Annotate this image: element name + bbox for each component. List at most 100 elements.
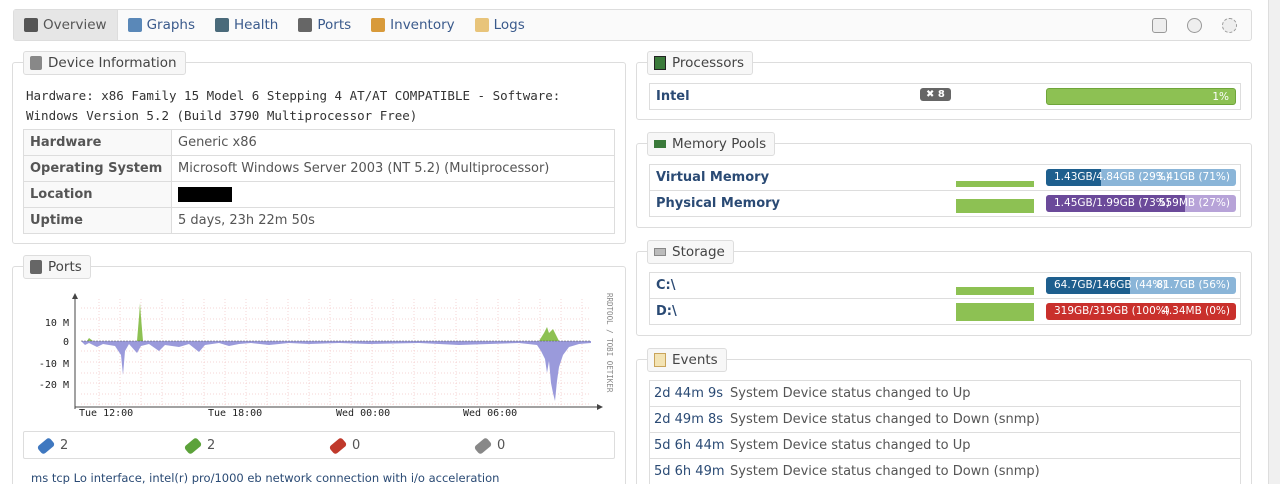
event-message: System Device status changed to Up bbox=[730, 438, 971, 453]
tab-logs[interactable]: Logs bbox=[465, 10, 535, 40]
memory-mini-graph bbox=[956, 199, 1034, 213]
os-value: Microsoft Windows Server 2003 (NT 5.2) (… bbox=[171, 155, 615, 182]
ports-panel: Ports 10 M 0 -10 M -20 M Tue 12:00 Tue 1… bbox=[12, 255, 626, 484]
x-tick-label: Wed 06:00 bbox=[463, 408, 517, 419]
gear-icon[interactable] bbox=[1222, 17, 1237, 33]
processors-title-label: Processors bbox=[672, 55, 745, 71]
tab-overview[interactable]: Overview bbox=[14, 10, 118, 40]
nav-right-icons bbox=[1152, 17, 1251, 33]
storage-row-c[interactable]: C:\ 64.7GB/146GB (44%) 81.7GB (56%) bbox=[649, 272, 1241, 299]
tab-inventory-label: Inventory bbox=[390, 17, 455, 33]
tab-graphs[interactable]: Graphs bbox=[118, 10, 205, 40]
tab-health-label: Health bbox=[234, 17, 279, 33]
memory-usage-bar: 1.45GB/1.99GB (73%) 559MB (27%) bbox=[1046, 195, 1236, 212]
ports-disabled-value: 0 bbox=[497, 438, 506, 453]
processors-title: Processors bbox=[647, 51, 754, 75]
device-description-line1: Hardware: x86 Family 15 Model 6 Stepping… bbox=[26, 88, 561, 103]
device-description: Hardware: x86 Family 15 Model 6 Stepping… bbox=[26, 86, 560, 126]
storage-usage-bar: 319GB/319GB (100%) 4.34MB (0%) bbox=[1046, 303, 1236, 320]
events-title: Events bbox=[647, 348, 727, 372]
tab-inventory[interactable]: Inventory bbox=[361, 10, 464, 40]
storage-usage-bar: 64.7GB/146GB (44%) 81.7GB (56%) bbox=[1046, 277, 1236, 294]
port-description[interactable]: ms tcp Lo interface, intel(r) pro/1000 e… bbox=[31, 471, 499, 484]
ports-disabled-count[interactable]: 0 bbox=[473, 436, 506, 455]
top-navigation: Overview Graphs Health Ports Inventory L… bbox=[13, 9, 1252, 41]
event-message: System Device status changed to Down (sn… bbox=[730, 464, 1040, 479]
event-row[interactable]: 2d 44m 9s System Device status changed t… bbox=[649, 380, 1241, 407]
ports-title: Ports bbox=[23, 255, 91, 279]
location-redaction bbox=[178, 187, 232, 202]
port-red-icon bbox=[328, 436, 348, 455]
traffic-graph[interactable]: 10 M 0 -10 M -20 M Tue 12:00 Tue 18:00 W… bbox=[19, 289, 619, 429]
x-axis-arrow bbox=[597, 404, 603, 410]
hardware-key: Hardware bbox=[23, 129, 172, 156]
device-information-title: Device Information bbox=[23, 51, 186, 75]
port-blue-icon bbox=[36, 436, 56, 455]
graph-grid bbox=[81, 299, 591, 407]
event-time: 5d 6h 49m bbox=[654, 464, 725, 479]
ports-title-label: Ports bbox=[48, 259, 82, 275]
device-information-title-label: Device Information bbox=[48, 55, 177, 71]
memory-mini-graph bbox=[956, 181, 1034, 187]
ports-down-count[interactable]: 0 bbox=[328, 436, 360, 455]
storage-mini-graph bbox=[956, 287, 1034, 295]
tab-ports-label: Ports bbox=[317, 17, 352, 33]
location-key: Location bbox=[23, 181, 172, 208]
storage-mini-graph bbox=[956, 303, 1034, 321]
port-grey-icon bbox=[473, 436, 493, 455]
tab-ports[interactable]: Ports bbox=[288, 10, 361, 40]
storage-title-label: Storage bbox=[672, 244, 725, 260]
event-time: 2d 49m 8s bbox=[654, 412, 724, 427]
events-panel: Events 2d 44m 9s System Device status ch… bbox=[636, 348, 1252, 484]
ports-total-count[interactable]: 2 bbox=[36, 436, 69, 455]
hardware-value: Generic x86 bbox=[171, 129, 615, 156]
processor-usage-label: 1% bbox=[1212, 90, 1229, 103]
ports-up-count[interactable]: 2 bbox=[183, 436, 216, 455]
device-info-table: Hardware Generic x86 Operating System Micr… bbox=[23, 129, 615, 234]
graph-icon bbox=[127, 18, 142, 32]
storage-title: Storage bbox=[647, 240, 734, 264]
memory-usage-bar: 1.43GB/4.84GB (29%) 3.41GB (71%) bbox=[1046, 169, 1236, 186]
memory-name: Virtual Memory bbox=[656, 170, 770, 185]
clock-icon[interactable] bbox=[1187, 17, 1202, 33]
storage-name: C:\ bbox=[656, 278, 676, 293]
table-row: Hardware Generic x86 bbox=[23, 129, 615, 156]
tab-logs-label: Logs bbox=[493, 17, 525, 33]
event-row[interactable]: 5d 6h 44m System Device status changed t… bbox=[649, 432, 1241, 459]
event-row[interactable]: 2d 49m 8s System Device status changed t… bbox=[649, 406, 1241, 433]
y-axis-arrow bbox=[72, 293, 78, 299]
storage-row-d[interactable]: D:\ 319GB/319GB (100%) 4.34MB (0%) bbox=[649, 298, 1241, 325]
storage-free-label: 81.7GB (56%) bbox=[1156, 279, 1230, 291]
os-key: Operating System bbox=[23, 155, 172, 182]
scrollbar[interactable] bbox=[1268, 0, 1280, 484]
ports-icon bbox=[298, 18, 313, 32]
event-row[interactable]: 5d 6h 49m System Device status changed t… bbox=[649, 458, 1241, 484]
processor-row[interactable]: Intel ✖ 8 1% bbox=[649, 83, 1241, 110]
ports-up-value: 2 bbox=[207, 438, 216, 453]
storage-panel: Storage C:\ 64.7GB/146GB (44%) 81.7GB (5… bbox=[636, 240, 1252, 336]
uptime-key: Uptime bbox=[23, 207, 172, 234]
memory-icon bbox=[654, 140, 666, 148]
processor-count: 8 bbox=[937, 89, 945, 100]
memory-free-label: 559MB (27%) bbox=[1158, 197, 1230, 209]
processor-icon bbox=[654, 56, 666, 70]
storage-name: D:\ bbox=[656, 304, 677, 319]
memory-row-physical[interactable]: Physical Memory 1.45GB/1.99GB (73%) 559M… bbox=[649, 190, 1241, 217]
device-description-line2: Windows Version 5.2 (Build 3790 Multipro… bbox=[26, 108, 418, 123]
table-row: Operating System Microsoft Windows Server… bbox=[23, 155, 615, 182]
y-tick-label: 0 bbox=[63, 337, 69, 348]
y-tick-label: 10 M bbox=[45, 318, 69, 329]
list-icon[interactable] bbox=[1152, 17, 1167, 33]
memory-row-virtual[interactable]: Virtual Memory 1.43GB/4.84GB (29%) 3.41G… bbox=[649, 164, 1241, 191]
memory-pools-panel: Memory Pools Virtual Memory 1.43GB/4.84G… bbox=[636, 132, 1252, 228]
memory-name: Physical Memory bbox=[656, 196, 781, 211]
storage-used-label: 64.7GB/146GB (44%) bbox=[1054, 279, 1167, 291]
device-icon bbox=[30, 56, 42, 70]
processor-usage-bar: 1% bbox=[1046, 88, 1236, 105]
y-tick-label: -10 M bbox=[39, 359, 69, 370]
ports-total-value: 2 bbox=[60, 438, 69, 453]
events-icon bbox=[654, 353, 666, 367]
tab-graphs-label: Graphs bbox=[146, 17, 196, 33]
memory-used-label: 1.43GB/4.84GB (29%) bbox=[1054, 171, 1170, 183]
tab-health[interactable]: Health bbox=[205, 10, 288, 40]
